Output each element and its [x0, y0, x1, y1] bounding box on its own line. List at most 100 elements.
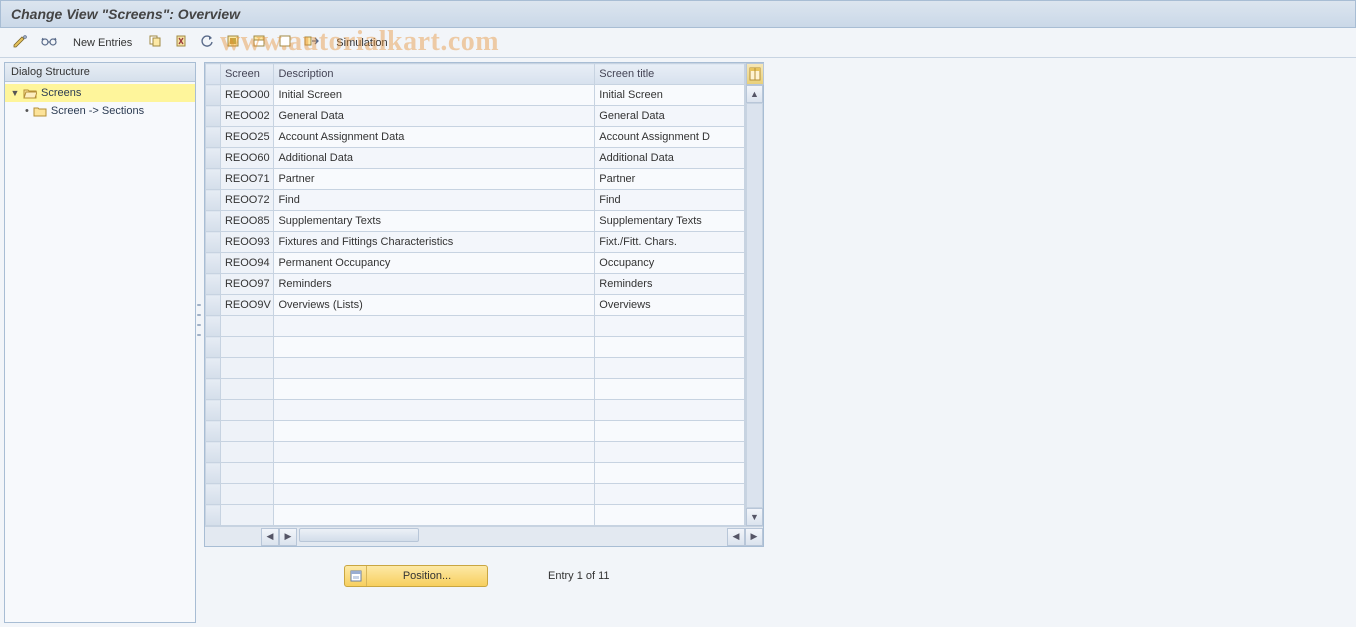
cell-screen-title[interactable] — [595, 400, 745, 421]
select-block-button[interactable] — [247, 32, 271, 54]
toggle-display-change-button[interactable] — [8, 32, 34, 54]
copy-as-button[interactable] — [143, 32, 167, 54]
cell-screen: REOO9V — [220, 295, 273, 316]
row-selector[interactable] — [206, 85, 221, 106]
row-selector[interactable] — [206, 253, 221, 274]
row-selector[interactable] — [206, 295, 221, 316]
row-selector[interactable] — [206, 484, 221, 505]
scroll-right-button[interactable]: ▶ — [279, 528, 297, 546]
cell-description[interactable]: Overviews (Lists) — [274, 295, 595, 316]
scroll-down-button[interactable]: ▼ — [746, 508, 763, 526]
cell-screen-title[interactable]: Reminders — [595, 274, 745, 295]
new-entries-button[interactable]: New Entries — [64, 32, 141, 54]
row-selector[interactable] — [206, 211, 221, 232]
cell-description[interactable]: Reminders — [274, 274, 595, 295]
cell-description[interactable]: Additional Data — [274, 148, 595, 169]
column-header-screen-title[interactable]: Screen title — [595, 64, 745, 85]
row-selector[interactable] — [206, 463, 221, 484]
row-selector[interactable] — [206, 442, 221, 463]
scroll-left-end-button[interactable]: ◀ — [727, 528, 745, 546]
scroll-track[interactable] — [746, 103, 763, 508]
find-button[interactable] — [36, 32, 62, 54]
tree-item-screens[interactable]: ▼ Screens — [5, 84, 195, 102]
table-settings-button[interactable] — [746, 63, 764, 85]
cell-screen-title[interactable]: Find — [595, 190, 745, 211]
cell-description[interactable] — [274, 505, 595, 526]
row-selector[interactable] — [206, 379, 221, 400]
cell-description[interactable] — [274, 442, 595, 463]
cell-description[interactable]: Fixtures and Fittings Characteristics — [274, 232, 595, 253]
row-selector[interactable] — [206, 316, 221, 337]
deselect-all-button[interactable] — [273, 32, 297, 54]
column-header-description[interactable]: Description — [274, 64, 595, 85]
cell-screen-title[interactable] — [595, 442, 745, 463]
horizontal-scrollbar[interactable]: ◀ ▶ ◀ ▶ — [205, 526, 763, 546]
vertical-scrollbar[interactable]: ▲ ▼ — [745, 63, 763, 526]
position-button[interactable]: Position... — [344, 565, 488, 587]
hscroll-thumb[interactable] — [299, 528, 419, 542]
table-row-empty — [206, 337, 745, 358]
row-selector[interactable] — [206, 421, 221, 442]
cell-screen-title[interactable]: Partner — [595, 169, 745, 190]
row-selector[interactable] — [206, 190, 221, 211]
position-icon — [345, 566, 367, 586]
cell-screen-title[interactable]: General Data — [595, 106, 745, 127]
row-selector[interactable] — [206, 337, 221, 358]
row-selector[interactable] — [206, 505, 221, 526]
table-row-empty — [206, 379, 745, 400]
cell-description[interactable] — [274, 421, 595, 442]
cell-description[interactable] — [274, 316, 595, 337]
cell-description[interactable] — [274, 337, 595, 358]
row-selector[interactable] — [206, 127, 221, 148]
cell-screen-title[interactable] — [595, 379, 745, 400]
cell-description[interactable] — [274, 484, 595, 505]
cell-description[interactable]: Partner — [274, 169, 595, 190]
row-selector[interactable] — [206, 148, 221, 169]
cell-screen-title[interactable]: Fixt./Fitt. Chars. — [595, 232, 745, 253]
cell-description[interactable]: Find — [274, 190, 595, 211]
scroll-up-button[interactable]: ▲ — [746, 85, 763, 103]
row-selector[interactable] — [206, 400, 221, 421]
row-selector[interactable] — [206, 274, 221, 295]
cell-screen-title[interactable]: Initial Screen — [595, 85, 745, 106]
row-selector[interactable] — [206, 358, 221, 379]
cell-description[interactable] — [274, 379, 595, 400]
cell-description[interactable] — [274, 400, 595, 421]
cell-screen-title[interactable]: Account Assignment D — [595, 127, 745, 148]
cell-description[interactable]: Initial Screen — [274, 85, 595, 106]
row-selector[interactable] — [206, 106, 221, 127]
delete-button[interactable] — [169, 32, 193, 54]
select-all-button[interactable] — [221, 32, 245, 54]
select-all-header[interactable] — [206, 64, 221, 85]
cell-screen-title[interactable] — [595, 505, 745, 526]
cell-screen-title[interactable] — [595, 337, 745, 358]
cell-description[interactable]: Account Assignment Data — [274, 127, 595, 148]
undo-change-button[interactable] — [195, 32, 219, 54]
cell-screen-title[interactable]: Occupancy — [595, 253, 745, 274]
cell-description[interactable]: General Data — [274, 106, 595, 127]
column-header-screen[interactable]: Screen — [220, 64, 273, 85]
cell-screen-title[interactable]: Additional Data — [595, 148, 745, 169]
cell-screen-title[interactable] — [595, 463, 745, 484]
cell-screen-title[interactable]: Overviews — [595, 295, 745, 316]
select-all-icon — [226, 34, 240, 51]
row-selector[interactable] — [206, 232, 221, 253]
cell-screen-title[interactable] — [595, 484, 745, 505]
cell-description[interactable] — [274, 463, 595, 484]
scroll-left-button[interactable]: ◀ — [261, 528, 279, 546]
simulation-button[interactable]: Simulation — [327, 32, 396, 54]
tree-item-screen-sections[interactable]: • Screen -> Sections — [5, 102, 195, 120]
scroll-right-end-button[interactable]: ▶ — [745, 528, 763, 546]
cell-screen-title[interactable] — [595, 316, 745, 337]
cell-screen-title[interactable]: Supplementary Texts — [595, 211, 745, 232]
folder-open-icon — [23, 87, 37, 99]
cell-screen-title[interactable] — [595, 358, 745, 379]
cell-description[interactable]: Permanent Occupancy — [274, 253, 595, 274]
configure-button[interactable] — [299, 32, 325, 54]
tree-item-label: Screens — [41, 87, 81, 99]
cell-description[interactable] — [274, 358, 595, 379]
cell-description[interactable]: Supplementary Texts — [274, 211, 595, 232]
cell-screen-title[interactable] — [595, 421, 745, 442]
row-selector[interactable] — [206, 169, 221, 190]
tree-collapse-icon[interactable]: ▼ — [9, 87, 21, 99]
